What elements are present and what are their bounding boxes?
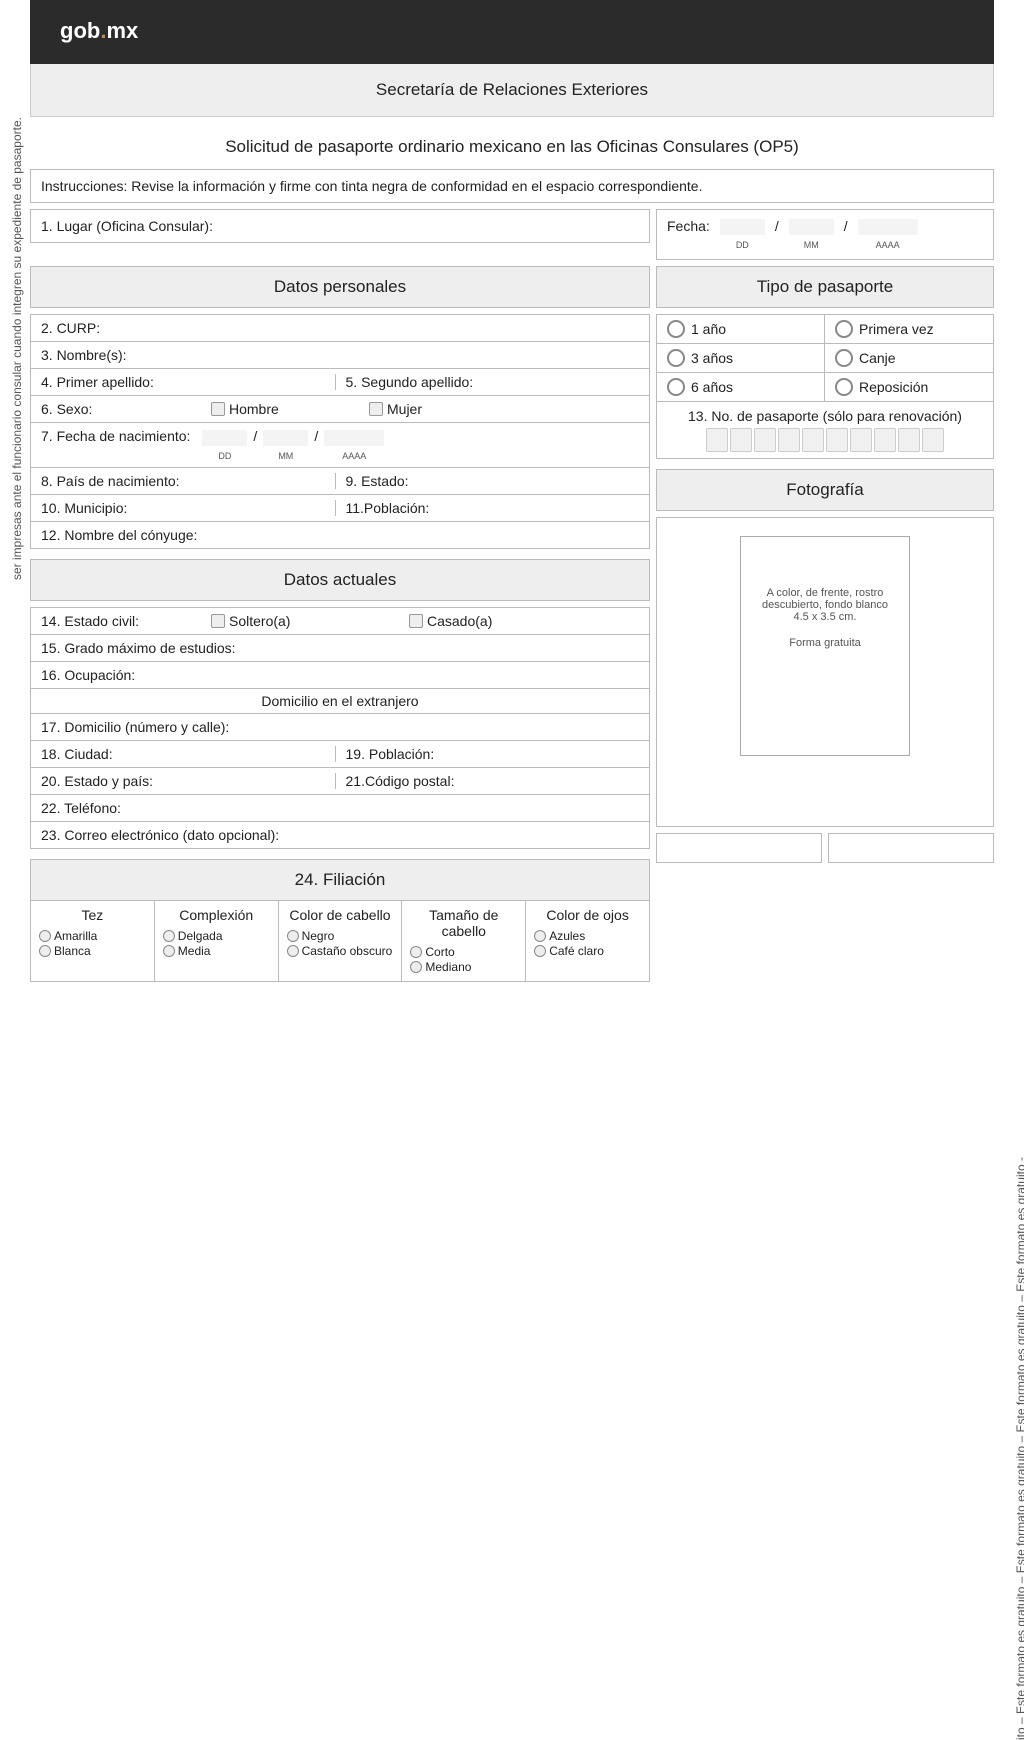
bottom-tiles [656, 833, 994, 863]
field-estado-civil: 14. Estado civil: Soltero(a) Casado(a) [30, 607, 650, 635]
nac-aaaa-input[interactable] [324, 430, 384, 446]
radio-complexion-delgada[interactable] [163, 930, 175, 942]
field-ciudad-poblacion: 18. Ciudad: 19. Población: [30, 741, 650, 768]
ministry-name: Secretaría de Relaciones Exteriores [30, 64, 994, 117]
tile-right [828, 833, 994, 863]
field-conyuge: 12. Nombre del cónyuge: [30, 522, 650, 549]
margin-note-right: ito – Este formato es gratuito – Este fo… [1014, 940, 1024, 1740]
radio-complexion-media[interactable] [163, 945, 175, 957]
field-estudios: 15. Grado máximo de estudios: [30, 635, 650, 662]
radio-canje[interactable] [835, 349, 853, 367]
nac-dd-input[interactable] [202, 430, 247, 446]
field-fecha: Fecha: DD / MM / AAAA [656, 209, 994, 260]
site-header: gob.mx [30, 0, 994, 64]
radio-cabello-corto[interactable] [410, 946, 422, 958]
subheader-domicilio: Domicilio en el extranjero [30, 689, 650, 714]
radio-primera-vez[interactable] [835, 320, 853, 338]
passport-no-seg[interactable] [850, 428, 872, 452]
radio-1-ano[interactable] [667, 320, 685, 338]
field-sexo: 6. Sexo: Hombre Mujer [30, 396, 650, 423]
passport-no-seg[interactable] [826, 428, 848, 452]
nac-mm-input[interactable] [263, 430, 308, 446]
radio-cabello-mediano[interactable] [410, 961, 422, 973]
chk-casado[interactable] [409, 614, 423, 628]
photo-placeholder: A color, de frente, rostro descubierto, … [740, 536, 910, 756]
passport-no-seg[interactable] [874, 428, 896, 452]
chk-hombre[interactable] [211, 402, 225, 416]
fecha-dd-input[interactable] [720, 219, 765, 235]
section-filiacion: 24. Filiación [30, 859, 650, 901]
passport-no-seg[interactable] [922, 428, 944, 452]
radio-3-anos[interactable] [667, 349, 685, 367]
field-curp: 2. CURP: [30, 314, 650, 342]
field-lugar: 1. Lugar (Oficina Consular): [30, 209, 650, 243]
brand-suffix: mx [106, 18, 138, 43]
filiacion-grid: Tez Amarilla Blanca Complexión Delgada M… [30, 901, 650, 982]
passport-no-seg[interactable] [706, 428, 728, 452]
field-ocupacion: 16. Ocupación: [30, 662, 650, 689]
section-datos-actuales: Datos actuales [30, 559, 650, 601]
section-tipo-pasaporte: Tipo de pasaporte [656, 266, 994, 308]
margin-note-left: ser impresas ante el funcionario consula… [10, 0, 24, 580]
field-estadopais-cp: 20. Estado y país: 21.Código postal: [30, 768, 650, 795]
radio-ojos-azules[interactable] [534, 930, 546, 942]
field-fecha-nacimiento: 7. Fecha de nacimiento: DD / MM / AAAA [30, 423, 650, 467]
form-title: Solicitud de pasaporte ordinario mexican… [30, 137, 994, 157]
photo-box: A color, de frente, rostro descubierto, … [656, 517, 994, 827]
field-pais-estado: 8. País de nacimiento: 9. Estado: [30, 468, 650, 495]
tile-left [656, 833, 822, 863]
passport-no-seg[interactable] [754, 428, 776, 452]
passport-no-seg[interactable] [730, 428, 752, 452]
radio-cabello-castano[interactable] [287, 945, 299, 957]
chk-soltero[interactable] [211, 614, 225, 628]
radio-tez-blanca[interactable] [39, 945, 51, 957]
field-correo: 23. Correo electrónico (dato opcional): [30, 822, 650, 849]
field-telefono: 22. Teléfono: [30, 795, 650, 822]
fecha-mm-input[interactable] [789, 219, 834, 235]
passport-type-grid: 1 año Primera vez 3 años Canje 6 años Re… [656, 314, 994, 402]
field-domicilio: 17. Domicilio (número y calle): [30, 714, 650, 741]
passport-no-seg[interactable] [802, 428, 824, 452]
radio-reposicion[interactable] [835, 378, 853, 396]
radio-6-anos[interactable] [667, 378, 685, 396]
passport-no-seg[interactable] [898, 428, 920, 452]
passport-no-seg[interactable] [778, 428, 800, 452]
chk-mujer[interactable] [369, 402, 383, 416]
instructions-box: Instrucciones: Revise la información y f… [30, 169, 994, 203]
radio-ojos-cafe[interactable] [534, 945, 546, 957]
field-apellidos: 4. Primer apellido: 5. Segundo apellido: [30, 369, 650, 396]
field-nombres: 3. Nombre(s): [30, 342, 650, 369]
fecha-aaaa-input[interactable] [858, 219, 918, 235]
field-municipio-poblacion: 10. Municipio: 11.Población: [30, 495, 650, 522]
field-renovacion: 13. No. de pasaporte (sólo para renovaci… [656, 402, 994, 459]
section-fotografia: Fotografía [656, 469, 994, 511]
section-datos-personales: Datos personales [30, 266, 650, 308]
radio-tez-amarilla[interactable] [39, 930, 51, 942]
brand-prefix: gob [60, 18, 100, 43]
radio-cabello-negro[interactable] [287, 930, 299, 942]
